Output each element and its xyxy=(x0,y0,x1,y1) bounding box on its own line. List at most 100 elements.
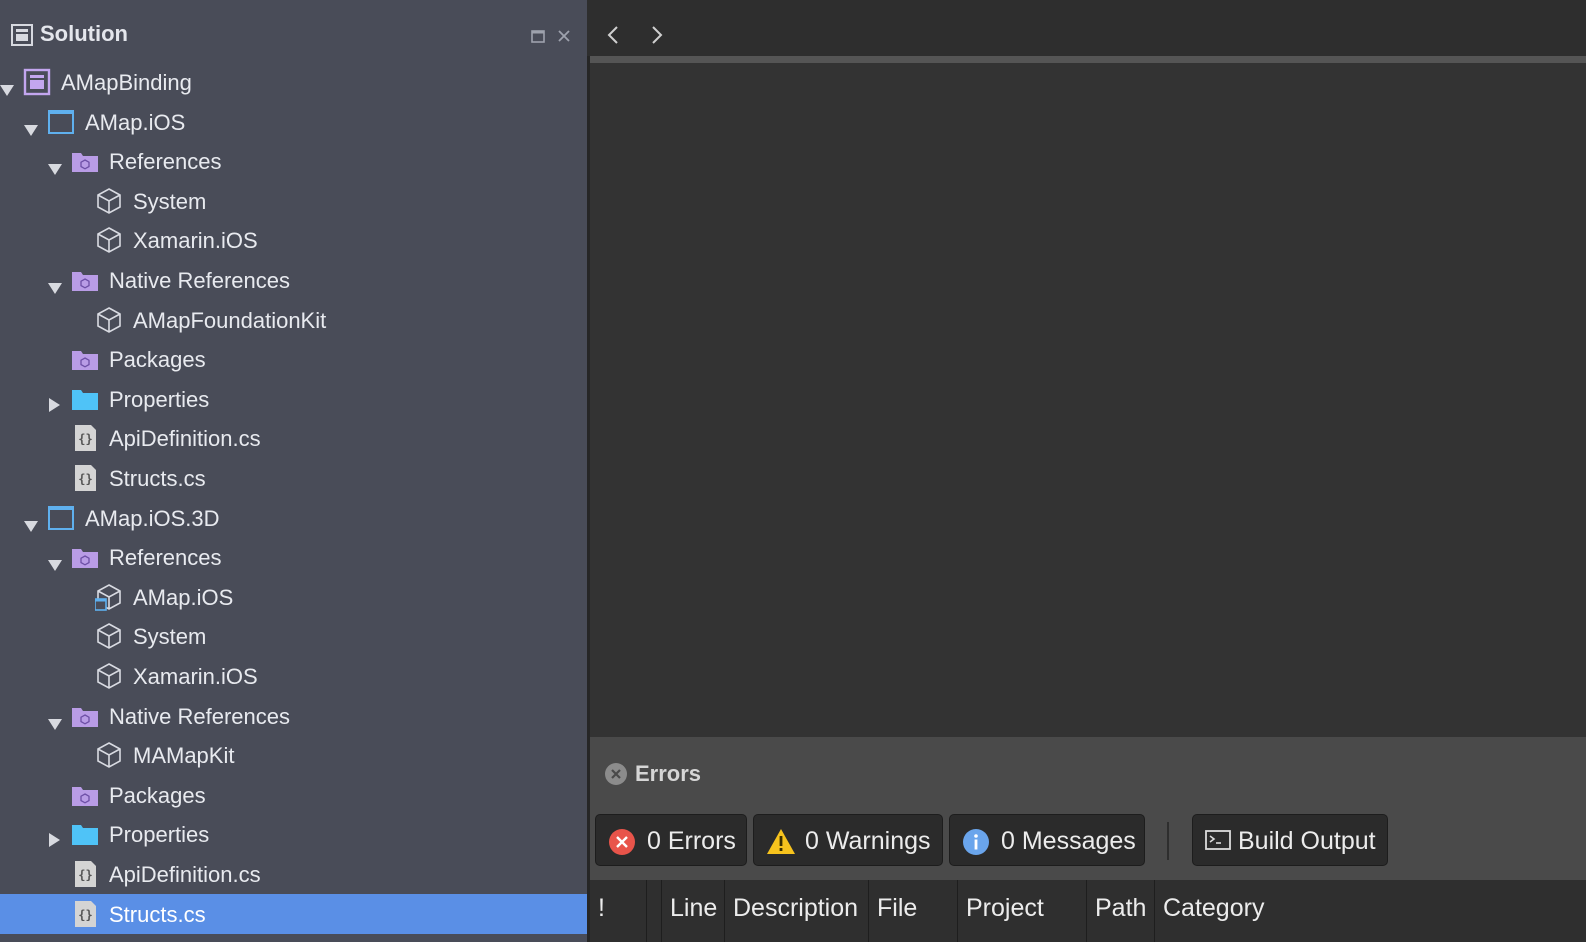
terminal-icon xyxy=(1205,828,1231,859)
assembly-icon xyxy=(95,306,123,334)
project-reference-icon xyxy=(94,583,123,611)
chevron-right-icon[interactable] xyxy=(651,26,663,49)
references-folder-icon xyxy=(71,266,99,294)
project-icon xyxy=(47,108,75,136)
tree-item[interactable]: Xamarin.iOS xyxy=(0,656,587,696)
messages-count-label: 0 Messages xyxy=(1001,827,1136,855)
expand-triangle-icon[interactable] xyxy=(24,512,38,532)
expand-triangle-icon[interactable] xyxy=(48,710,62,730)
tree-item-label: Properties xyxy=(109,387,210,412)
column-header-category[interactable]: Category xyxy=(1155,880,1586,942)
tree-item[interactable]: System xyxy=(0,616,587,656)
assembly-icon xyxy=(95,741,123,769)
tree-item-label: Xamarin.iOS xyxy=(133,228,258,253)
tree-item-label: AMap.iOS xyxy=(133,585,234,610)
tree-item-label: Properties xyxy=(109,822,210,847)
editor-nav-bar xyxy=(587,0,1586,56)
assembly-icon xyxy=(95,622,123,650)
tree-item-label: Structs.cs xyxy=(109,466,206,491)
tree-item[interactable]: {} Structs.cs xyxy=(0,894,587,934)
assembly-icon xyxy=(95,187,123,215)
errors-toggle-button[interactable]: 0 Errors xyxy=(595,814,747,866)
solution-pad-header: Solution xyxy=(0,0,587,62)
messages-toggle-button[interactable]: 0 Messages xyxy=(949,814,1145,866)
column-header-blank[interactable] xyxy=(647,880,662,942)
tree-item[interactable]: System xyxy=(0,181,587,221)
references-folder-icon xyxy=(71,345,99,373)
expand-triangle-icon[interactable] xyxy=(24,116,38,136)
assembly-icon xyxy=(95,226,123,254)
column-header-line[interactable]: Line xyxy=(662,880,725,942)
tree-item[interactable]: Xamarin.iOS xyxy=(0,220,587,260)
close-icon[interactable] xyxy=(605,763,627,790)
tree-item[interactable]: Packages xyxy=(0,339,587,379)
collapse-triangle-icon[interactable] xyxy=(48,827,62,847)
tree-item-label: AMapBinding xyxy=(61,70,192,95)
editor-area[interactable] xyxy=(590,63,1586,737)
column-header-file[interactable]: File xyxy=(869,880,958,942)
tree-item-label: AMap.iOS.3D xyxy=(85,506,220,531)
expand-triangle-icon[interactable] xyxy=(48,551,62,571)
collapse-triangle-icon[interactable] xyxy=(48,392,62,412)
build-output-button[interactable]: Build Output xyxy=(1192,814,1388,866)
solution-icon xyxy=(23,68,51,96)
tree-item[interactable]: AMap.iOS.3D xyxy=(0,498,587,538)
tree-item-label: References xyxy=(109,149,222,174)
warnings-toggle-button[interactable]: 0 Warnings xyxy=(753,814,943,866)
tree-item[interactable]: Packages xyxy=(0,775,587,815)
tree-item-label: References xyxy=(109,545,222,570)
column-header-path[interactable]: Path xyxy=(1087,880,1155,942)
warnings-count-label: 0 Warnings xyxy=(805,827,931,855)
errors-toolbar: 0 Errors 0 Warnings 0 Messages Build Out… xyxy=(590,814,1586,866)
chevron-left-icon[interactable] xyxy=(607,26,619,49)
errors-pad-title: Errors xyxy=(635,761,702,786)
tree-item-label: Native References xyxy=(109,268,290,293)
build-output-label: Build Output xyxy=(1238,827,1376,855)
errors-count-label: 0 Errors xyxy=(647,827,736,855)
tree-item[interactable]: AMapFoundationKit xyxy=(0,300,587,340)
tree-item[interactable]: AMapBinding xyxy=(0,62,587,102)
tree-item[interactable]: Properties xyxy=(0,814,587,854)
tree-item[interactable]: References xyxy=(0,537,587,577)
svg-text:{}: {} xyxy=(78,868,92,882)
tree-item[interactable]: AMap.iOS xyxy=(0,102,587,142)
tree-item[interactable]: {} Structs.cs xyxy=(0,458,587,498)
svg-text:{}: {} xyxy=(78,432,92,446)
toolbar-separator xyxy=(1167,822,1169,860)
maximize-icon[interactable] xyxy=(531,30,545,48)
ide-window: Solution AMapBinding AMap.iOS References Sy… xyxy=(0,0,1586,942)
tree-item[interactable]: AMap.iOS xyxy=(0,577,587,617)
references-folder-icon xyxy=(71,543,99,571)
references-folder-icon xyxy=(71,702,99,730)
close-icon[interactable] xyxy=(557,29,571,48)
tree-item[interactable]: {} ApiDefinition.cs xyxy=(0,418,587,458)
tree-item-label: AMapFoundationKit xyxy=(133,308,327,333)
csharp-file-icon: {} xyxy=(71,860,99,888)
tree-item-label: System xyxy=(133,189,207,214)
tree-item-label: Packages xyxy=(109,783,206,808)
folder-icon xyxy=(71,385,99,413)
csharp-file-icon: {} xyxy=(71,424,99,452)
warning-icon xyxy=(766,828,796,862)
tree-item-label: Packages xyxy=(109,347,206,372)
expand-triangle-icon[interactable] xyxy=(0,76,14,96)
column-header-description[interactable]: Description xyxy=(725,880,869,942)
tree-item-label: ApiDefinition.cs xyxy=(109,426,261,451)
tree-item[interactable]: {} ApiDefinition.cs xyxy=(0,854,587,894)
tree-item-label: Structs.cs xyxy=(109,902,206,927)
expand-triangle-icon[interactable] xyxy=(48,155,62,175)
column-header-project[interactable]: Project xyxy=(958,880,1087,942)
tree-item[interactable]: Native References xyxy=(0,260,587,300)
tree-item[interactable]: References xyxy=(0,141,587,181)
tree-item[interactable]: Native References xyxy=(0,696,587,736)
folder-icon xyxy=(71,820,99,848)
svg-text:{}: {} xyxy=(78,908,92,922)
tree-item[interactable]: Properties xyxy=(0,379,587,419)
expand-triangle-icon[interactable] xyxy=(48,274,62,294)
tree-item[interactable]: MAMapKit xyxy=(0,735,587,775)
project-icon xyxy=(47,504,75,532)
info-icon xyxy=(962,828,990,863)
tree-item-label: Native References xyxy=(109,704,290,729)
column-header-severity[interactable]: ! xyxy=(590,880,647,942)
solution-pad-title: Solution xyxy=(40,21,128,46)
